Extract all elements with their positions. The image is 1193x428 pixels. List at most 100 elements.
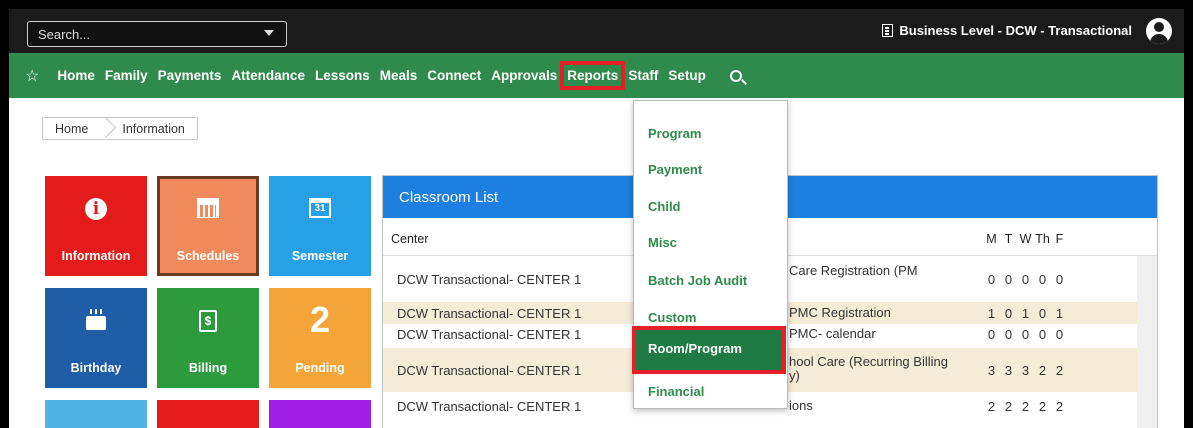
breadcrumb-separator <box>100 117 110 140</box>
value-cell: 0 <box>987 327 996 342</box>
nav-home[interactable]: Home <box>57 68 95 83</box>
nav-reports[interactable]: Reports <box>560 61 626 90</box>
tile-semester[interactable]: 31 Semester <box>269 176 371 276</box>
column-header-day[interactable]: W <box>1017 232 1034 246</box>
menu-item-custom[interactable]: Custom <box>648 310 696 325</box>
row-values: 0 0 0 0 0 <box>983 327 1068 342</box>
chevron-down-icon[interactable] <box>264 30 274 36</box>
value-cell: 0 <box>987 272 996 287</box>
tile-schedules[interactable]: Schedules <box>157 176 259 276</box>
value-cell: 2 <box>1004 399 1013 414</box>
value-cell: 1 <box>1055 306 1064 321</box>
value-cell: 0 <box>1004 327 1013 342</box>
tile-partial[interactable] <box>157 400 259 428</box>
row-program: PMC- calendar <box>789 326 876 341</box>
nav-family[interactable]: Family <box>105 68 148 83</box>
row-values: 3 3 3 2 2 <box>983 363 1068 378</box>
main-nav: ☆ Home Family Payments Attendance Lesson… <box>9 53 1184 98</box>
row-center: DCW Transactional- CENTER 1 <box>397 399 582 414</box>
breadcrumb: Home Information <box>42 117 198 140</box>
tile-label: Pending <box>295 361 345 375</box>
row-program: Care Registration (PM <box>789 263 918 278</box>
nav-setup[interactable]: Setup <box>668 68 706 83</box>
building-icon <box>882 24 894 37</box>
column-header-day[interactable]: T <box>1000 232 1017 246</box>
menu-item-financial[interactable]: Financial <box>648 384 704 399</box>
nav-payments[interactable]: Payments <box>158 68 222 83</box>
nav-staff[interactable]: Staff <box>628 68 658 83</box>
tile-billing[interactable]: $ Billing <box>157 288 259 388</box>
tile-label: Semester <box>291 249 349 263</box>
value-cell: 0 <box>1021 272 1030 287</box>
row-program: PMC Registration <box>789 305 891 320</box>
row-program: ions <box>789 398 813 413</box>
value-cell: 2 <box>1055 363 1064 378</box>
business-level-label: Business Level - DCW - Transactional <box>899 23 1132 38</box>
column-header-day[interactable]: F <box>1051 232 1068 246</box>
row-values: 1 0 1 0 1 <box>983 306 1068 321</box>
search-select[interactable]: Search... <box>27 21 287 47</box>
value-cell: 0 <box>1038 306 1047 321</box>
day-headers: M T W Th F <box>983 232 1068 246</box>
star-icon[interactable]: ☆ <box>25 66 39 86</box>
value-cell: 0 <box>1004 306 1013 321</box>
nav-connect[interactable]: Connect <box>427 68 481 83</box>
value-cell: 2 <box>1038 399 1047 414</box>
nav-lessons[interactable]: Lessons <box>315 68 370 83</box>
search-icon[interactable] <box>729 69 742 82</box>
app-window: Search... Business Level - DCW - Transac… <box>9 9 1184 428</box>
menu-item-payment[interactable]: Payment <box>648 162 702 177</box>
row-values: 0 0 0 0 0 <box>983 272 1068 287</box>
tile-label: Birthday <box>70 361 122 375</box>
tile-pending[interactable]: 2 Pending <box>269 288 371 388</box>
row-center: DCW Transactional- CENTER 1 <box>397 272 582 287</box>
column-header-center[interactable]: Center <box>391 232 429 246</box>
menu-item-batch-job-audit[interactable]: Batch Job Audit <box>648 273 747 288</box>
tile-partial[interactable] <box>269 400 371 428</box>
value-cell: 3 <box>1004 363 1013 378</box>
nav-approvals[interactable]: Approvals <box>491 68 557 83</box>
user-avatar-icon[interactable] <box>1146 18 1172 44</box>
value-cell: 3 <box>1021 363 1030 378</box>
row-program: hool Care (Recurring Billing y) <box>789 355 969 383</box>
value-cell: 3 <box>987 363 996 378</box>
breadcrumb-current: Information <box>122 121 185 136</box>
table-scrollbar[interactable] <box>1137 256 1157 428</box>
menu-item-room-program[interactable]: Room/Program <box>632 326 786 374</box>
menu-item-program[interactable]: Program <box>648 126 701 141</box>
info-icon: i <box>85 198 107 220</box>
tile-information[interactable]: i Information <box>45 176 147 276</box>
bill-icon: $ <box>199 310 217 332</box>
column-header-day[interactable]: M <box>983 232 1000 246</box>
value-cell: 0 <box>1004 272 1013 287</box>
menu-item-child[interactable]: Child <box>648 199 681 214</box>
tile-partial[interactable] <box>45 400 147 428</box>
value-cell: 0 <box>1055 272 1064 287</box>
schedule-icon <box>197 198 219 218</box>
column-header-day[interactable]: Th <box>1034 232 1051 246</box>
cake-icon <box>86 309 106 330</box>
value-cell: 2 <box>1055 399 1064 414</box>
value-cell: 2 <box>1021 399 1030 414</box>
value-cell: 0 <box>1021 327 1030 342</box>
tile-label: Information <box>61 249 131 263</box>
business-level-indicator[interactable]: Business Level - DCW - Transactional <box>882 23 1132 38</box>
top-bar: Search... Business Level - DCW - Transac… <box>9 9 1184 53</box>
row-program-line: hool Care (Recurring Billing <box>789 354 948 369</box>
value-cell: 0 <box>1038 272 1047 287</box>
search-placeholder: Search... <box>38 27 91 42</box>
breadcrumb-home[interactable]: Home <box>43 122 100 136</box>
value-cell: 0 <box>1038 327 1047 342</box>
tile-birthday[interactable]: Birthday <box>45 288 147 388</box>
value-cell: 0 <box>1055 327 1064 342</box>
value-cell: 2 <box>987 399 996 414</box>
menu-item-misc[interactable]: Misc <box>648 235 677 250</box>
nav-meals[interactable]: Meals <box>380 68 418 83</box>
row-center: DCW Transactional- CENTER 1 <box>397 306 582 321</box>
nav-attendance[interactable]: Attendance <box>231 68 305 83</box>
reports-dropdown-menu: Program Payment Child Misc Batch Job Aud… <box>632 100 788 409</box>
tile-label: Billing <box>188 361 228 375</box>
calendar-icon: 31 <box>309 198 331 218</box>
row-program-line: y) <box>789 368 800 383</box>
value-cell: 1 <box>1021 306 1030 321</box>
